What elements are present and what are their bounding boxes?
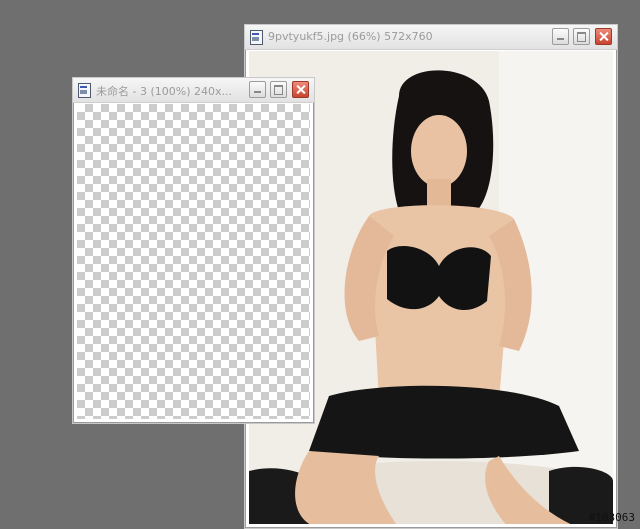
document-icon — [250, 30, 263, 45]
minimize-icon[interactable] — [249, 81, 266, 98]
minimize-icon[interactable] — [552, 28, 569, 45]
document-icon — [78, 83, 91, 98]
blank-window-titlebar[interactable]: 未命名 - 3 (100%) 240x... — [73, 78, 314, 103]
maximize-icon[interactable] — [573, 28, 590, 45]
transparent-canvas[interactable] — [77, 104, 310, 419]
photo-window-title: 9pvtyukf5.jpg (66%) 572x760 — [268, 30, 433, 43]
close-icon[interactable] — [292, 81, 309, 98]
photo-window-titlebar[interactable]: 9pvtyukf5.jpg (66%) 572x760 — [245, 25, 617, 50]
close-icon[interactable] — [595, 28, 612, 45]
blank-window-title: 未命名 - 3 (100%) 240x... — [96, 85, 232, 98]
maximize-icon[interactable] — [270, 81, 287, 98]
watermark-text: #103063 — [588, 511, 635, 524]
blank-document-window[interactable]: 未命名 - 3 (100%) 240x... — [72, 77, 315, 424]
